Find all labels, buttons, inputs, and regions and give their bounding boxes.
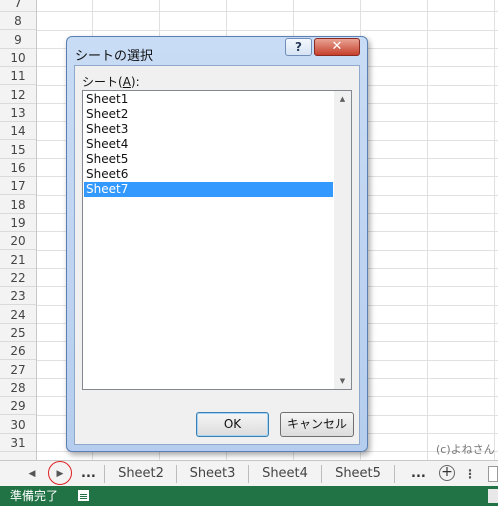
dialog-title: シートの選択 (75, 49, 154, 64)
row-header[interactable]: 18 (0, 196, 36, 214)
row-header[interactable]: 15 (0, 141, 36, 159)
tab-overflow-right-button[interactable]: ... (411, 465, 426, 483)
row-header[interactable]: 7 (0, 0, 36, 12)
tab-separator (394, 465, 395, 483)
row-header[interactable]: 21 (0, 251, 36, 269)
row-header[interactable]: 28 (0, 379, 36, 397)
row-header[interactable]: 22 (0, 269, 36, 287)
select-sheet-dialog: シートの選択 ? ✕ シート(A): Sheet1 Sheet2 Sheet3 … (66, 36, 368, 452)
sheet-list-label-prefix: シート( (82, 75, 123, 89)
tab-bar-splitter-handle[interactable]: ⋮ (462, 466, 478, 482)
sheet-tab[interactable]: Sheet4 (249, 465, 321, 483)
row-gridline (37, 11, 498, 12)
sheet-list-item[interactable]: Sheet4 (84, 137, 333, 152)
sheet-list-item[interactable]: Sheet1 (84, 92, 333, 107)
close-button[interactable]: ✕ (314, 38, 360, 56)
row-header[interactable]: 8 (0, 12, 36, 30)
column-gridline (427, 0, 428, 460)
row-header[interactable]: 17 (0, 177, 36, 195)
row-header[interactable]: 11 (0, 67, 36, 85)
sheet-list-label-accesskey: A (122, 75, 131, 89)
column-gridline (494, 0, 495, 460)
row-header[interactable]: 14 (0, 122, 36, 140)
row-header[interactable]: 26 (0, 342, 36, 360)
row-header[interactable]: 29 (0, 397, 36, 415)
normal-view-icon[interactable] (488, 489, 498, 503)
row-gridline (37, 30, 498, 31)
scroll-down-icon[interactable]: ▼ (334, 373, 351, 389)
row-header[interactable]: 19 (0, 214, 36, 232)
sheet-tab-bar: ◀ ▶ ... Sheet2 Sheet3 Sheet4 Sheet5 ... … (0, 460, 498, 486)
status-text: 準備完了 (10, 489, 59, 503)
row-header[interactable]: 10 (0, 49, 36, 67)
dialog-body: シート(A): Sheet1 Sheet2 Sheet3 Sheet4 Shee… (74, 65, 360, 445)
sheet-tab[interactable]: Sheet5 (322, 465, 394, 483)
sheet-list-item[interactable]: Sheet6 (84, 167, 333, 182)
listbox-scrollbar[interactable]: ▲ ▼ (334, 91, 351, 389)
help-button[interactable]: ? (285, 38, 312, 56)
page-layout-icon[interactable] (78, 490, 89, 501)
add-sheet-icon[interactable]: + (439, 465, 455, 481)
ok-button[interactable]: OK (196, 412, 269, 437)
tab-scroll-prev-button[interactable]: ◀ (24, 466, 40, 482)
row-header[interactable]: 20 (0, 232, 36, 250)
row-header[interactable]: 25 (0, 324, 36, 342)
horizontal-scrollbar[interactable] (488, 466, 498, 482)
row-header[interactable]: 12 (0, 86, 36, 104)
sheet-list-item-selected[interactable]: Sheet7 (84, 182, 333, 197)
watermark: (c)よねさん (436, 443, 495, 456)
sheet-tab[interactable]: Sheet3 (177, 465, 248, 483)
row-header[interactable]: 13 (0, 104, 36, 122)
cancel-button[interactable]: キャンセル (280, 412, 354, 437)
row-header[interactable]: 30 (0, 416, 36, 434)
tab-scroll-next-button[interactable]: ▶ (52, 466, 68, 482)
row-header[interactable]: 31 (0, 434, 36, 452)
row-header[interactable]: 27 (0, 361, 36, 379)
sheet-list-item[interactable]: Sheet2 (84, 107, 333, 122)
sheet-listbox[interactable]: Sheet1 Sheet2 Sheet3 Sheet4 Sheet5 Sheet… (82, 90, 352, 390)
row-header[interactable]: 23 (0, 287, 36, 305)
tab-overflow-left-button[interactable]: ... (81, 465, 96, 483)
sheet-list-item[interactable]: Sheet3 (84, 122, 333, 137)
row-header[interactable]: 9 (0, 31, 36, 49)
sheet-list-item[interactable]: Sheet5 (84, 152, 333, 167)
status-bar: 準備完了 (0, 486, 498, 506)
tab-separator (104, 465, 105, 483)
sheet-list-label: シート(A): (82, 73, 140, 90)
row-header[interactable]: 24 (0, 306, 36, 324)
sheet-list-label-suffix: ): (130, 75, 140, 89)
scroll-up-icon[interactable]: ▲ (334, 91, 351, 107)
row-header[interactable]: 16 (0, 159, 36, 177)
row-headers: 7 8 9 10 11 12 13 14 15 16 17 18 19 20 2… (0, 0, 37, 460)
sheet-tab[interactable]: Sheet2 (106, 465, 176, 483)
